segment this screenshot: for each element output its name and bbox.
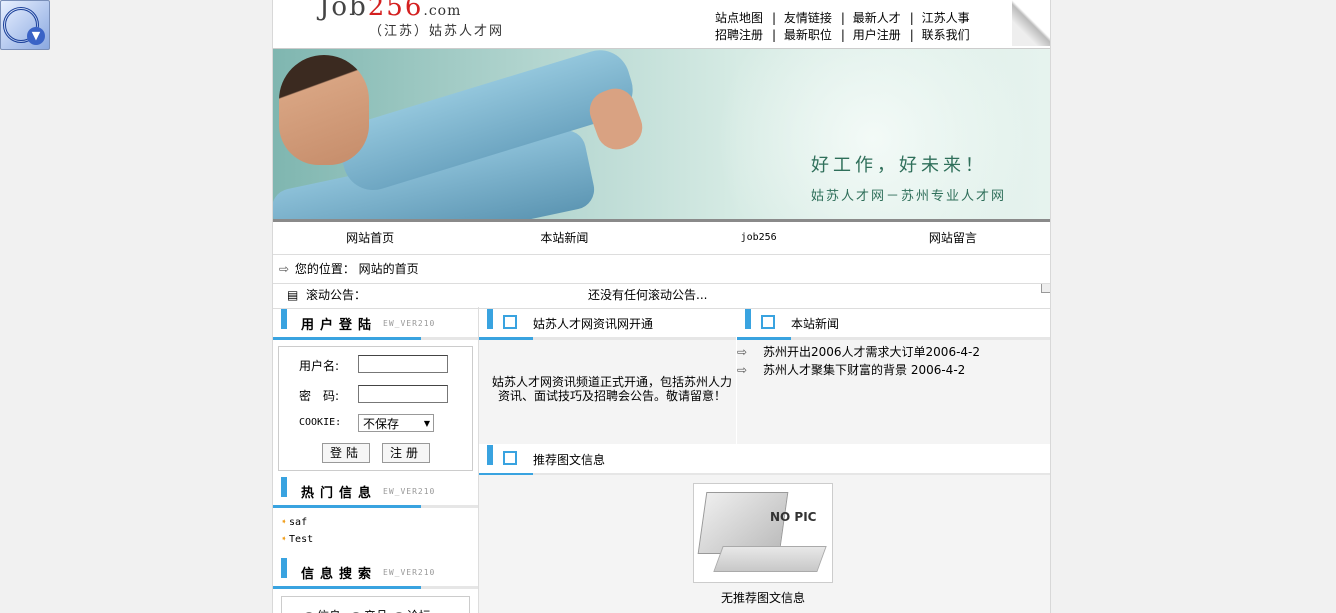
site-header: Job256.com （江苏）姑苏人才网 站点地图 | 友情链接 | 最新人才 | 江… xyxy=(273,0,1050,49)
cookie-select[interactable]: 不保存 ▼ xyxy=(358,414,434,432)
page-container: Job256.com （江苏）姑苏人才网 站点地图 | 友情链接 | 最新人才 | 江… xyxy=(272,0,1051,613)
link-new-jobs[interactable]: 最新职位 xyxy=(784,28,832,42)
link-jiangsu-hr[interactable]: 江苏人事 xyxy=(922,11,970,25)
channel-title: 姑苏人才网资讯网开通 xyxy=(533,317,654,331)
desktop-shortcut-icon[interactable]: ▼ xyxy=(0,0,50,50)
banner-slogan: 好工作，好未来！ xyxy=(811,155,987,176)
chevron-down-icon: ▼ xyxy=(423,419,430,428)
left-column: 用户登陆 EW_VER210 用户名: 密 码: COOKIE: 不保存 ▼ 登陆… xyxy=(273,307,479,613)
recommend-area: NO PIC 无推荐图文信息 xyxy=(479,475,1050,613)
login-header: 用户登陆 EW_VER210 xyxy=(273,307,478,340)
password-label: 密 码: xyxy=(299,389,340,403)
nav-guestbook[interactable]: 网站留言 xyxy=(856,222,1050,254)
link-contact[interactable]: 联系我们 xyxy=(922,28,970,42)
news-list: ⇨ 苏州开出2006人才需求大订单2006-4-2 ⇨ 苏州人才聚集下财富的背景 2… xyxy=(737,343,1049,379)
banner-image: 好工作，好未来！ 姑苏人才网－苏州专业人才网 xyxy=(273,49,1050,219)
arrow-right-icon: ⇨ xyxy=(279,262,290,276)
square-icon xyxy=(761,315,775,329)
notice-text: 还没有任何滚动公告... xyxy=(588,288,708,302)
radio-forum[interactable]: 论坛 xyxy=(393,609,431,613)
username-input[interactable] xyxy=(358,355,448,373)
link-friends[interactable]: 友情链接 xyxy=(784,11,832,25)
search-title: 信息搜索 xyxy=(301,567,378,582)
hot-header: 热门信息 EW_VER210 xyxy=(273,475,478,508)
news-title: 本站新闻 xyxy=(791,317,840,331)
list-item[interactable]: ➧ saf xyxy=(281,514,478,531)
nav-news[interactable]: 本站新闻 xyxy=(467,222,661,254)
clipboard-icon: ▤ xyxy=(287,288,299,302)
recommend-header: 推荐图文信息 xyxy=(479,443,1050,476)
cookie-label: COOKIE: xyxy=(299,417,342,428)
top-links: 站点地图 | 友情链接 | 最新人才 | 江苏人事 招聘注册 | 最新职位 | 用户注册 |… xyxy=(715,11,970,42)
square-icon xyxy=(503,451,517,465)
recommend-caption: 无推荐图文信息 xyxy=(720,591,805,605)
link-new-talent[interactable]: 最新人才 xyxy=(853,11,901,25)
list-item[interactable]: ⇨ 苏州开出2006人才需求大订单2006-4-2 xyxy=(737,343,1049,361)
hot-title: 热门信息 xyxy=(301,486,378,501)
page-curl-decoration xyxy=(1012,0,1050,46)
site-logo[interactable]: Job256.com xyxy=(319,0,461,22)
search-form: 信息 产品 论坛 xyxy=(281,596,470,613)
banner-tagline: 姑苏人才网－苏州专业人才网 xyxy=(811,189,1007,204)
channel-header: 姑苏人才网资讯网开通 xyxy=(479,307,736,340)
scroll-notice: ▤ 滚动公告： 还没有任何滚动公告... xyxy=(273,284,1050,309)
channel-text: 姑苏人才网资讯频道正式开通，包括苏州人力资讯、面试技巧及招聘会公告。敬请留意！ xyxy=(491,375,732,403)
download-arrow-icon: ▼ xyxy=(27,27,45,45)
square-icon xyxy=(503,315,517,329)
right-column: 姑苏人才网资讯网开通 本站新闻 姑苏人才网资讯频道正式开通，包括苏州人力资讯、面… xyxy=(479,307,1050,613)
register-button[interactable]: 注册 xyxy=(382,443,430,463)
password-input[interactable] xyxy=(358,385,448,403)
hot-list: ➧ saf ➧ Test xyxy=(273,508,478,556)
login-button[interactable]: 登陆 xyxy=(322,443,370,463)
site-subtitle: （江苏）姑苏人才网 xyxy=(369,24,505,39)
nav-home[interactable]: 网站首页 xyxy=(273,222,467,254)
login-form: 用户名: 密 码: COOKIE: 不保存 ▼ 登陆 注册 xyxy=(278,346,473,471)
search-header: 信息搜索 EW_VER210 xyxy=(273,556,478,589)
login-title: 用户登陆 xyxy=(301,318,378,333)
arrow-icon: ➧ xyxy=(281,517,288,528)
banner-person xyxy=(279,55,369,165)
breadcrumb: ⇨ 您的位置： 网站的首页 xyxy=(273,255,1050,284)
radio-product[interactable]: 产品 xyxy=(350,609,388,613)
username-label: 用户名: xyxy=(299,359,340,373)
link-sitemap[interactable]: 站点地图 xyxy=(715,11,763,25)
corner-fold-icon xyxy=(1041,284,1050,293)
main-nav: 网站首页 本站新闻 job256 网站留言 xyxy=(273,222,1050,255)
arrow-right-icon: ⇨ xyxy=(737,363,748,377)
list-item[interactable]: ➧ Test xyxy=(281,531,478,548)
no-pic-image[interactable]: NO PIC xyxy=(693,483,833,583)
breadcrumb-current[interactable]: 网站的首页 xyxy=(359,262,419,276)
arrow-icon: ➧ xyxy=(281,534,288,545)
nav-job256[interactable]: job256 xyxy=(662,222,856,254)
recommend-title: 推荐图文信息 xyxy=(533,453,606,467)
link-recruit-register[interactable]: 招聘注册 xyxy=(715,28,763,42)
arrow-right-icon: ⇨ xyxy=(737,345,748,359)
link-user-register[interactable]: 用户注册 xyxy=(853,28,901,42)
radio-info[interactable]: 信息 xyxy=(304,609,341,613)
news-header: 本站新闻 xyxy=(737,307,1050,340)
list-item[interactable]: ⇨ 苏州人才聚集下财富的背景 2006-4-2 xyxy=(737,361,1049,379)
